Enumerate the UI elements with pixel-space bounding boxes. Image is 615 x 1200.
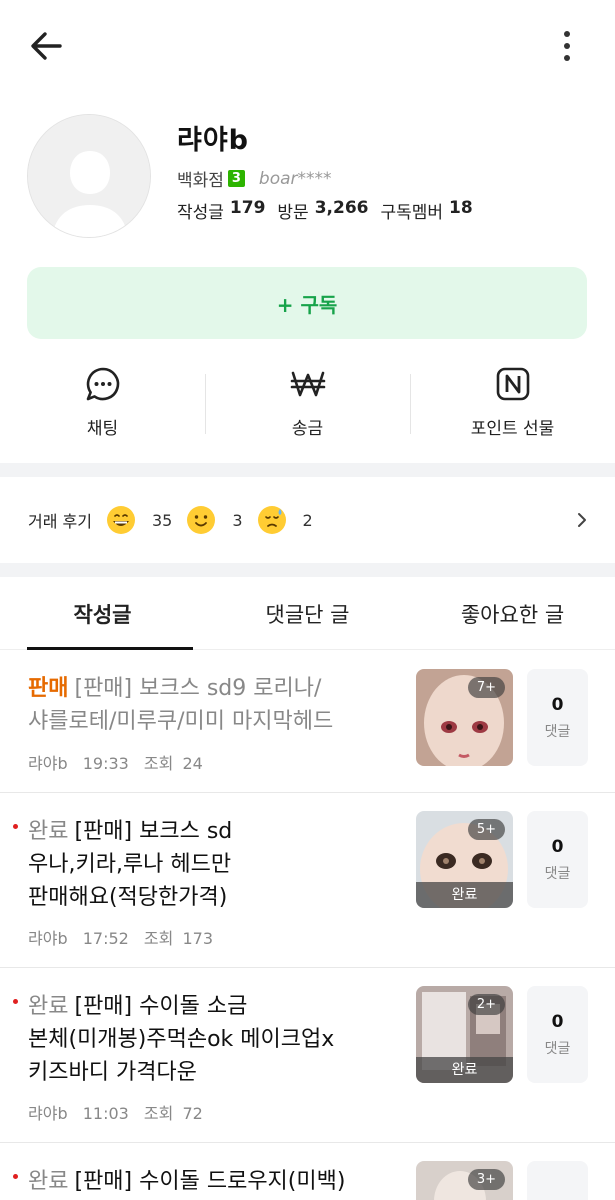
action-row: 채팅 송금 포인트 선물 (0, 360, 615, 450)
default-avatar-icon (28, 115, 150, 237)
trade-review-row[interactable]: 거래 후기 35 3 2 (0, 477, 615, 563)
post-thumbnail[interactable]: 2+ 완료 (416, 986, 513, 1083)
post-time: 19:33 (82, 754, 129, 773)
profile-nickname: 랴야b (177, 125, 250, 156)
post-title[interactable]: 완료 [판매] 수이돌 소금 본체(미개봉)주먹손ok 메이크업x 키즈바디 가격… (28, 990, 398, 1089)
post-thumbnail[interactable]: 5+ 완료 (416, 811, 513, 908)
post-status: 완료 (28, 1169, 69, 1194)
stat-visits-label: 방문 (277, 203, 309, 223)
sold-overlay: 완료 (416, 1057, 513, 1083)
user-id: boar**** (258, 168, 332, 189)
post-views-label: 조회 (143, 1104, 174, 1123)
post-item[interactable]: 완료 [판매] 보크스 sd 우나,키라,루나 헤드만 판매해요(적당한가격) 랴… (0, 793, 615, 968)
post-thumbnail[interactable]: 3+ (416, 1161, 513, 1200)
section-divider (0, 563, 615, 577)
avatar (27, 114, 151, 238)
profile-stats: 작성글 179 방문 3,266 구독멤버 18 (177, 198, 479, 223)
subscribe-button[interactable]: + 구독 (27, 267, 587, 339)
post-views: 173 (182, 929, 213, 948)
post-views-label: 조회 (143, 929, 174, 948)
tab-commented[interactable]: 댓글단 글 (205, 578, 410, 649)
post-author: 랴야b (28, 929, 68, 948)
post-meta: 랴야b 17:52 조회 173 (28, 925, 213, 949)
top-bar (0, 0, 615, 90)
remit-label: 송금 (291, 419, 324, 439)
post-author: 랴야b (28, 754, 68, 773)
comment-label: 댓글 (544, 1040, 571, 1057)
comment-label: 댓글 (544, 865, 571, 882)
sweat-emoji-icon (257, 506, 286, 534)
image-count-badge: 3+ (467, 1169, 505, 1190)
post-status: 완료 (28, 819, 69, 844)
stat-visits-value: 3,266 (314, 198, 369, 218)
comment-count-box[interactable]: 0 (527, 1161, 588, 1200)
back-arrow-icon[interactable] (26, 26, 66, 66)
naver-point-icon (496, 367, 529, 401)
point-gift-button[interactable]: 포인트 선물 (410, 360, 615, 450)
review-count-bad: 2 (302, 510, 313, 530)
new-post-dot (13, 824, 18, 829)
trade-review-label: 거래 후기 (28, 512, 92, 531)
comment-label: 댓글 (544, 723, 571, 740)
post-item[interactable]: 완료 [판매] 수이돌 소금 본체(미개봉)주먹손ok 메이크업x 키즈바디 가격… (0, 968, 615, 1143)
grade-name: 백화점 (177, 171, 224, 191)
stat-posts-label: 작성글 (177, 203, 224, 223)
new-post-dot (13, 1174, 18, 1179)
tab-liked[interactable]: 좋아요한 글 (410, 578, 615, 649)
review-count-great: 35 (151, 510, 173, 530)
chat-button[interactable]: 채팅 (0, 360, 205, 450)
image-count-badge: 2+ (467, 994, 505, 1015)
post-status: 완료 (28, 994, 69, 1019)
content-tabs: 작성글 댓글단 글 좋아요한 글 (0, 578, 615, 650)
chat-label: 채팅 (86, 419, 119, 439)
grade-level-badge: 3 (227, 170, 245, 187)
post-meta: 랴야b 19:33 조회 24 (28, 750, 203, 774)
post-item[interactable]: 완료[판매] 수이돌 드로우지(미백) 3+ 0 (0, 1143, 615, 1200)
post-thumbnail[interactable]: 7+ (416, 669, 513, 766)
chat-icon (86, 367, 119, 401)
comment-count-box[interactable]: 0 댓글 (527, 811, 588, 908)
comment-count-box[interactable]: 0 댓글 (527, 669, 588, 766)
comment-count-box[interactable]: 0 댓글 (527, 986, 588, 1083)
new-post-dot (13, 999, 18, 1004)
post-status: 판매 (28, 676, 69, 701)
remit-button[interactable]: 송금 (205, 360, 410, 450)
post-time: 17:52 (82, 929, 129, 948)
review-count-good: 3 (232, 510, 243, 530)
won-icon (290, 371, 325, 397)
stat-subscribers-value: 18 (449, 198, 473, 218)
image-count-badge: 5+ (467, 819, 505, 840)
post-author: 랴야b (28, 1104, 68, 1123)
post-title[interactable]: 완료 [판매] 수이돌 드로우지(미백) (28, 1165, 398, 1198)
comment-count: 0 (551, 1011, 564, 1032)
post-views: 24 (182, 754, 203, 773)
stat-subscribers-label: 구독멤버 (380, 203, 444, 223)
section-divider (0, 463, 615, 477)
post-views: 72 (182, 1104, 203, 1123)
sold-overlay: 완료 (416, 882, 513, 908)
post-time: 11:03 (82, 1104, 129, 1123)
member-grade: 백화점 3 boar**** (177, 166, 332, 192)
comment-count: 0 (551, 694, 564, 715)
comment-count: 0 (551, 836, 564, 857)
post-views-label: 조회 (143, 754, 174, 773)
tab-posts[interactable]: 작성글 (0, 578, 205, 650)
subscribe-label: + 구독 (276, 292, 338, 317)
point-gift-label: 포인트 선물 (470, 419, 555, 439)
stat-posts-value: 179 (229, 198, 266, 218)
post-title[interactable]: 완료 [판매] 보크스 sd 우나,키라,루나 헤드만 판매해요(적당한가격) (28, 815, 398, 914)
more-vertical-icon[interactable] (555, 26, 579, 66)
image-count-badge: 7+ (467, 677, 505, 698)
grinning-emoji-icon (106, 506, 135, 534)
post-title[interactable]: 판매 [판매] 보크스 sd9 로리나/ 샤를로테/미루쿠/미미 마지막헤드 (28, 672, 398, 738)
post-meta: 랴야b 11:03 조회 72 (28, 1100, 203, 1124)
post-item[interactable]: 판매 [판매] 보크스 sd9 로리나/ 샤를로테/미루쿠/미미 마지막헤드 랴야… (0, 650, 615, 793)
smiling-emoji-icon (187, 506, 216, 534)
chevron-right-icon (578, 513, 586, 527)
